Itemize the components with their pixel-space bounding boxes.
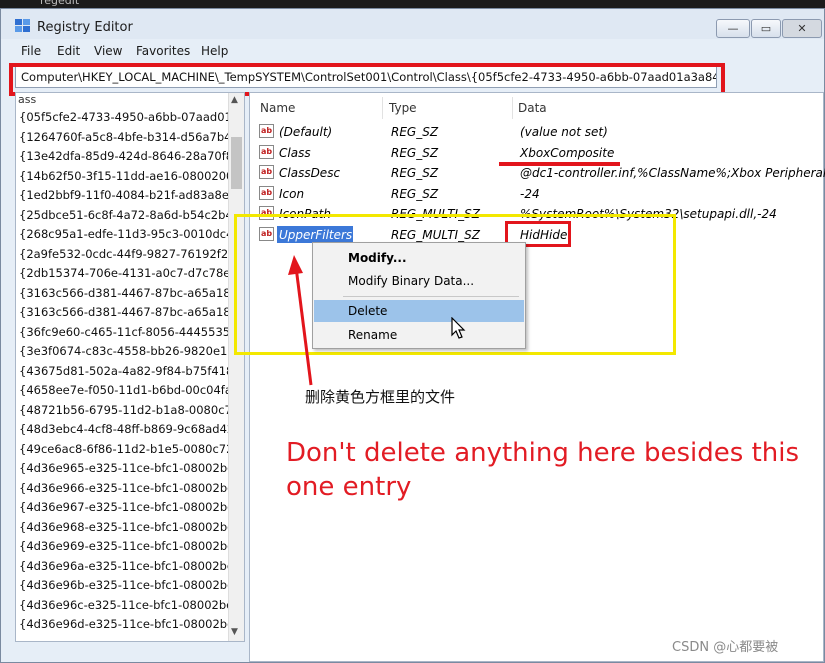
- menu-edit[interactable]: Edit: [57, 44, 80, 58]
- tree-item[interactable]: {1ed2bbf9-11f0-4084-b21f-ad83a8e6: [19, 188, 236, 202]
- menu-help[interactable]: Help: [201, 44, 228, 58]
- string-value-icon: ab: [259, 144, 274, 159]
- tree-scrollbar[interactable]: ▲ ▼: [228, 93, 244, 641]
- scroll-down-icon[interactable]: ▼: [231, 627, 238, 637]
- column-header-type[interactable]: Type: [389, 101, 417, 115]
- tree-item[interactable]: {3e3f0674-c83c-4558-bb26-9820e1eb: [19, 344, 242, 358]
- registry-editor-window: Registry Editor — ▭ ✕ File Edit View Fav…: [0, 8, 825, 663]
- minimize-icon: —: [727, 22, 739, 35]
- value-name: ClassDesc: [279, 166, 341, 180]
- tree-item[interactable]: {4d36e96b-e325-11ce-bfc1-08002be1: [19, 578, 242, 592]
- red-arrow-icon: [288, 255, 313, 386]
- tree-item[interactable]: {4d36e966-e325-11ce-bfc1-08002be1: [19, 481, 242, 495]
- xboxcomposite-red-underline: [499, 162, 620, 166]
- tree-item[interactable]: {4d36e968-e325-11ce-bfc1-08002be1: [19, 520, 242, 534]
- value-row[interactable]: ab (Default) REG_SZ (value not set): [250, 122, 820, 142]
- tree-item[interactable]: {43675d81-502a-4a82-9f84-b75f418c: [19, 364, 240, 378]
- value-row[interactable]: ab Class REG_SZ XboxComposite: [250, 143, 820, 163]
- tree-header: ass: [18, 93, 37, 106]
- tree-item[interactable]: {2a9fe532-0cdc-44f9-9827-76192f2ca: [19, 247, 242, 261]
- string-value-icon: ab: [259, 185, 274, 200]
- csdn-watermark: CSDN @心都要被: [672, 640, 779, 655]
- value-name: Class: [279, 145, 311, 160]
- background-window-strip: regedit: [0, 0, 825, 8]
- value-type: REG_SZ: [391, 125, 439, 139]
- value-type: REG_SZ: [391, 186, 439, 201]
- menu-view[interactable]: View: [94, 44, 122, 58]
- menu-item-modify-binary[interactable]: Modify Binary Data...: [314, 270, 524, 292]
- tree-item[interactable]: {1264760f-a5c8-4bfe-b314-d56a7b44: [19, 130, 239, 144]
- column-divider: [382, 97, 383, 119]
- tree-item[interactable]: {3163c566-d381-4467-87bc-a65a18d5: [19, 305, 244, 319]
- value-row[interactable]: ab Icon REG_SZ -24: [250, 184, 820, 204]
- english-annotation: Don't delete anything here besides this …: [286, 438, 800, 502]
- menu-favorites[interactable]: Favorites: [136, 44, 190, 58]
- mouse-cursor-icon: [451, 317, 466, 339]
- column-divider: [512, 97, 513, 119]
- tree-item[interactable]: {4d36e96a-e325-11ce-bfc1-08002be1: [19, 559, 241, 573]
- values-pane: Name Type Data ab (Default) REG_SZ (value n…: [234, 92, 825, 662]
- window-title: Registry Editor: [37, 20, 133, 35]
- value-row[interactable]: ab ClassDesc REG_SZ @dc1-controller.inf,%Cl…: [250, 163, 825, 183]
- background-window-title: regedit: [40, 0, 80, 7]
- tree-item[interactable]: {05f5cfe2-4733-4950-a6bb-07aad01a: [19, 110, 239, 124]
- menu-item-delete[interactable]: Delete: [314, 300, 524, 322]
- maximize-icon: ▭: [760, 22, 772, 35]
- chinese-annotation: 删除黄色方框里的文件: [305, 388, 456, 406]
- value-name: (Default): [279, 125, 333, 139]
- value-name: Icon: [279, 186, 305, 201]
- maximize-button[interactable]: ▭: [751, 19, 781, 38]
- value-data: XboxComposite: [520, 145, 615, 160]
- tree-item[interactable]: {25dbce51-6c8f-4a72-8a6d-b54c2b4f: [19, 208, 237, 222]
- scroll-up-icon[interactable]: ▲: [231, 95, 238, 105]
- minimize-button[interactable]: —: [716, 19, 750, 38]
- tree-item[interactable]: {4d36e969-e325-11ce-bfc1-08002be1: [19, 539, 242, 553]
- key-tree-pane[interactable]: ass {05f5cfe2-4733-4950-a6bb-07aad01a {12…: [15, 92, 245, 642]
- context-menu: Modify... Modify Binary Data... Delete R…: [312, 242, 526, 349]
- tree-item[interactable]: {4d36e967-e325-11ce-bfc1-08002be1: [19, 500, 242, 514]
- menu-item-rename[interactable]: Rename: [314, 324, 524, 346]
- tree-item[interactable]: {3163c566-d381-4467-87bc-a65a18d5: [19, 286, 244, 300]
- registry-app-icon: [15, 19, 30, 32]
- tree-item[interactable]: {268c95a1-edfe-11d3-95c3-0010dc40: [19, 227, 241, 241]
- column-header-data[interactable]: Data: [518, 101, 547, 115]
- tree-item[interactable]: {36fc9e60-c465-11cf-8056-44455354: [19, 325, 237, 339]
- close-icon: ✕: [797, 22, 807, 35]
- tree-item[interactable]: {49ce6ac8-6f86-11d2-b1e5-0080c72e: [19, 442, 241, 456]
- tree-item[interactable]: {2db15374-706e-4131-a0c7-d7c78eb0: [19, 266, 244, 280]
- tree-item[interactable]: {4d36e965-e325-11ce-bfc1-08002be1: [19, 461, 242, 475]
- tree-item[interactable]: {4658ee7e-f050-11d1-b6bd-00c04fa3: [19, 383, 239, 397]
- tree-item[interactable]: {48d3ebc4-4cf8-48ff-b869-9c68ad42e: [19, 422, 241, 436]
- tree-item[interactable]: {48721b56-6795-11d2-b1a8-0080c72e: [19, 403, 244, 417]
- value-data: (value not set): [520, 125, 608, 139]
- column-header-name[interactable]: Name: [260, 101, 295, 115]
- string-value-icon: ab: [259, 165, 274, 179]
- close-button[interactable]: ✕: [782, 19, 822, 38]
- string-value-icon: ab: [259, 124, 274, 138]
- value-data: -24: [520, 186, 540, 201]
- title-bar[interactable]: Registry Editor — ▭ ✕: [1, 9, 824, 39]
- value-type: REG_SZ: [391, 145, 439, 160]
- menu-file[interactable]: File: [21, 44, 41, 58]
- value-type: REG_SZ: [391, 166, 439, 180]
- tree-item[interactable]: {14b62f50-3f15-11dd-ae16-0800200c: [19, 169, 240, 183]
- value-data: @dc1-controller.inf,%ClassName%;Xbox Per…: [520, 166, 825, 180]
- tree-scroll-thumb[interactable]: [231, 137, 242, 189]
- tree-item[interactable]: {4d36e96c-e325-11ce-bfc1-08002be1: [19, 598, 241, 612]
- tree-item[interactable]: {13e42dfa-85d9-424d-8646-28a70f86: [19, 149, 240, 163]
- tree-item[interactable]: {4d36e96d-e325-11ce-bfc1-08002be1: [19, 617, 242, 631]
- menu-separator: [343, 296, 519, 297]
- menu-bar: File Edit View Favorites Help: [1, 41, 824, 61]
- menu-item-modify[interactable]: Modify...: [314, 247, 524, 269]
